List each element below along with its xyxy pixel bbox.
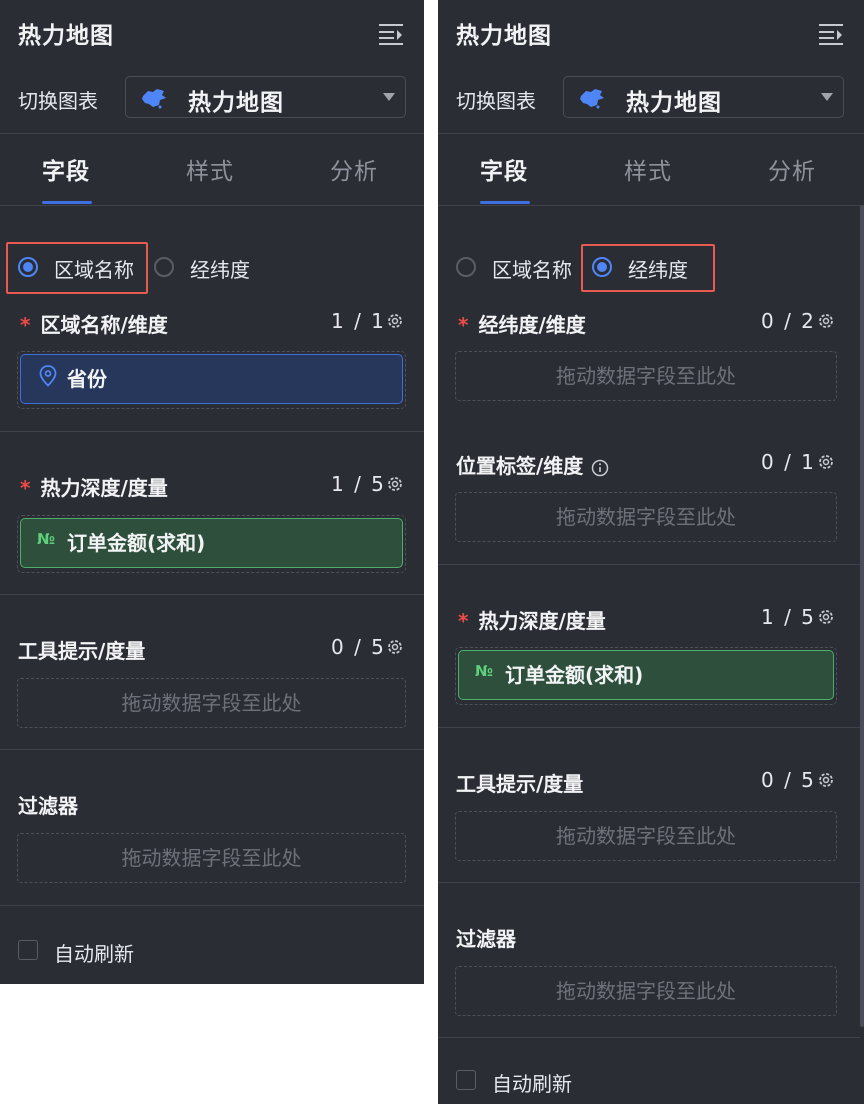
collapse-menu-icon[interactable] bbox=[818, 22, 844, 46]
field-pill-order-amount[interactable]: № 订单金额(求和) bbox=[20, 518, 403, 568]
pill-label: 订单金额(求和) bbox=[67, 531, 206, 555]
collapse-menu-icon[interactable] bbox=[378, 22, 404, 46]
switch-chart-label: 切换图表 bbox=[18, 89, 98, 113]
region-count: 1 / 1 bbox=[331, 309, 386, 333]
active-tab-indicator bbox=[42, 201, 92, 204]
filter-dropzone[interactable]: 拖动数据字段至此处 bbox=[17, 833, 406, 883]
divider bbox=[0, 594, 424, 595]
divider bbox=[438, 564, 860, 565]
numeric-field-icon: № bbox=[37, 530, 56, 548]
right-config-panel: 热力地图 切换图表 热力地图 字段 样式 分析 区域名称 经纬度 * 经纬度/维度… bbox=[438, 0, 864, 1104]
pill-label: 省份 bbox=[67, 367, 107, 391]
divider bbox=[438, 1037, 860, 1038]
chart-select-value: 热力地图 bbox=[626, 90, 722, 116]
heat-section-title: * 热力深度/度量 bbox=[20, 476, 168, 500]
china-map-icon bbox=[142, 89, 166, 109]
numeric-field-icon: № bbox=[475, 662, 494, 680]
divider bbox=[438, 727, 860, 728]
heat-count: 1 / 5 bbox=[761, 605, 816, 629]
chevron-down-icon bbox=[383, 93, 395, 101]
chevron-down-icon bbox=[821, 93, 833, 101]
location-label-section-title: 位置标签/维度 bbox=[456, 450, 609, 479]
info-icon[interactable] bbox=[591, 459, 609, 477]
filter-dropzone[interactable]: 拖动数据字段至此处 bbox=[455, 966, 837, 1016]
heat-count: 1 / 5 bbox=[331, 472, 386, 496]
tooltip-count: 0 / 5 bbox=[331, 635, 386, 659]
divider bbox=[0, 905, 424, 906]
highlight-box bbox=[6, 242, 148, 294]
divider bbox=[0, 133, 424, 134]
field-pill-order-amount[interactable]: № 订单金额(求和) bbox=[458, 650, 834, 700]
field-pill-province[interactable]: 省份 bbox=[20, 354, 403, 404]
auto-refresh-label: 自动刷新 bbox=[492, 1072, 572, 1096]
tooltip-dropzone[interactable]: 拖动数据字段至此处 bbox=[17, 678, 406, 728]
latlng-dropzone[interactable]: 拖动数据字段至此处 bbox=[455, 351, 837, 401]
tab-fields[interactable]: 字段 bbox=[42, 152, 90, 186]
tooltip-section-title: 工具提示/度量 bbox=[456, 772, 584, 796]
pill-label: 订单金额(求和) bbox=[505, 663, 644, 687]
tooltip-dropzone[interactable]: 拖动数据字段至此处 bbox=[455, 811, 837, 861]
latlng-section-title: * 经纬度/维度 bbox=[458, 313, 586, 337]
location-dropzone[interactable]: 拖动数据字段至此处 bbox=[455, 492, 837, 542]
gear-icon[interactable] bbox=[817, 771, 835, 789]
region-dropzone[interactable]: 省份 bbox=[17, 351, 406, 409]
filter-section-title: 过滤器 bbox=[18, 794, 78, 818]
latlng-count: 0 / 2 bbox=[761, 309, 816, 333]
filter-section-title: 过滤器 bbox=[456, 927, 516, 951]
scrollbar[interactable] bbox=[860, 205, 864, 1027]
heat-dropzone[interactable]: № 订单金额(求和) bbox=[455, 647, 837, 705]
gear-icon[interactable] bbox=[817, 312, 835, 330]
radio-lat-lng[interactable] bbox=[154, 257, 174, 277]
divider bbox=[0, 749, 424, 750]
panel-title: 热力地图 bbox=[18, 23, 114, 49]
tab-analysis[interactable]: 分析 bbox=[768, 152, 816, 186]
tooltip-section-title: 工具提示/度量 bbox=[18, 639, 146, 663]
heat-dropzone[interactable]: № 订单金额(求和) bbox=[17, 515, 406, 573]
divider bbox=[0, 431, 424, 432]
tab-style[interactable]: 样式 bbox=[186, 152, 234, 186]
china-map-icon bbox=[580, 89, 604, 109]
radio-region-name[interactable] bbox=[456, 257, 476, 277]
radio-region-name-label: 区域名称 bbox=[492, 258, 572, 282]
switch-chart-label: 切换图表 bbox=[456, 89, 536, 113]
gear-icon[interactable] bbox=[817, 608, 835, 626]
tab-analysis[interactable]: 分析 bbox=[330, 152, 378, 186]
heat-section-title: * 热力深度/度量 bbox=[458, 609, 606, 633]
chart-type-select[interactable]: 热力地图 bbox=[125, 76, 406, 118]
gear-icon[interactable] bbox=[386, 475, 404, 493]
tab-style[interactable]: 样式 bbox=[624, 152, 672, 186]
gear-icon[interactable] bbox=[817, 453, 835, 471]
divider bbox=[438, 205, 864, 206]
auto-refresh-checkbox[interactable] bbox=[18, 940, 38, 960]
divider bbox=[0, 205, 424, 206]
location-count: 0 / 1 bbox=[761, 450, 816, 474]
region-section-title: * 区域名称/维度 bbox=[20, 313, 168, 337]
divider bbox=[438, 133, 864, 134]
highlight-box bbox=[581, 244, 715, 292]
tab-fields[interactable]: 字段 bbox=[480, 152, 528, 186]
gear-icon[interactable] bbox=[386, 638, 404, 656]
auto-refresh-checkbox[interactable] bbox=[456, 1070, 476, 1090]
radio-lat-lng-label: 经纬度 bbox=[190, 258, 250, 282]
chart-type-select[interactable]: 热力地图 bbox=[563, 76, 844, 118]
panel-title: 热力地图 bbox=[456, 23, 552, 49]
chart-select-value: 热力地图 bbox=[188, 90, 284, 116]
tooltip-count: 0 / 5 bbox=[761, 768, 816, 792]
divider bbox=[438, 882, 860, 883]
gear-icon[interactable] bbox=[386, 312, 404, 330]
location-pin-icon bbox=[39, 365, 57, 387]
auto-refresh-label: 自动刷新 bbox=[54, 942, 134, 966]
active-tab-indicator bbox=[480, 201, 530, 204]
left-config-panel: 热力地图 切换图表 热力地图 字段 样式 分析 区域名称 经纬度 * 区域名称/维… bbox=[0, 0, 424, 984]
